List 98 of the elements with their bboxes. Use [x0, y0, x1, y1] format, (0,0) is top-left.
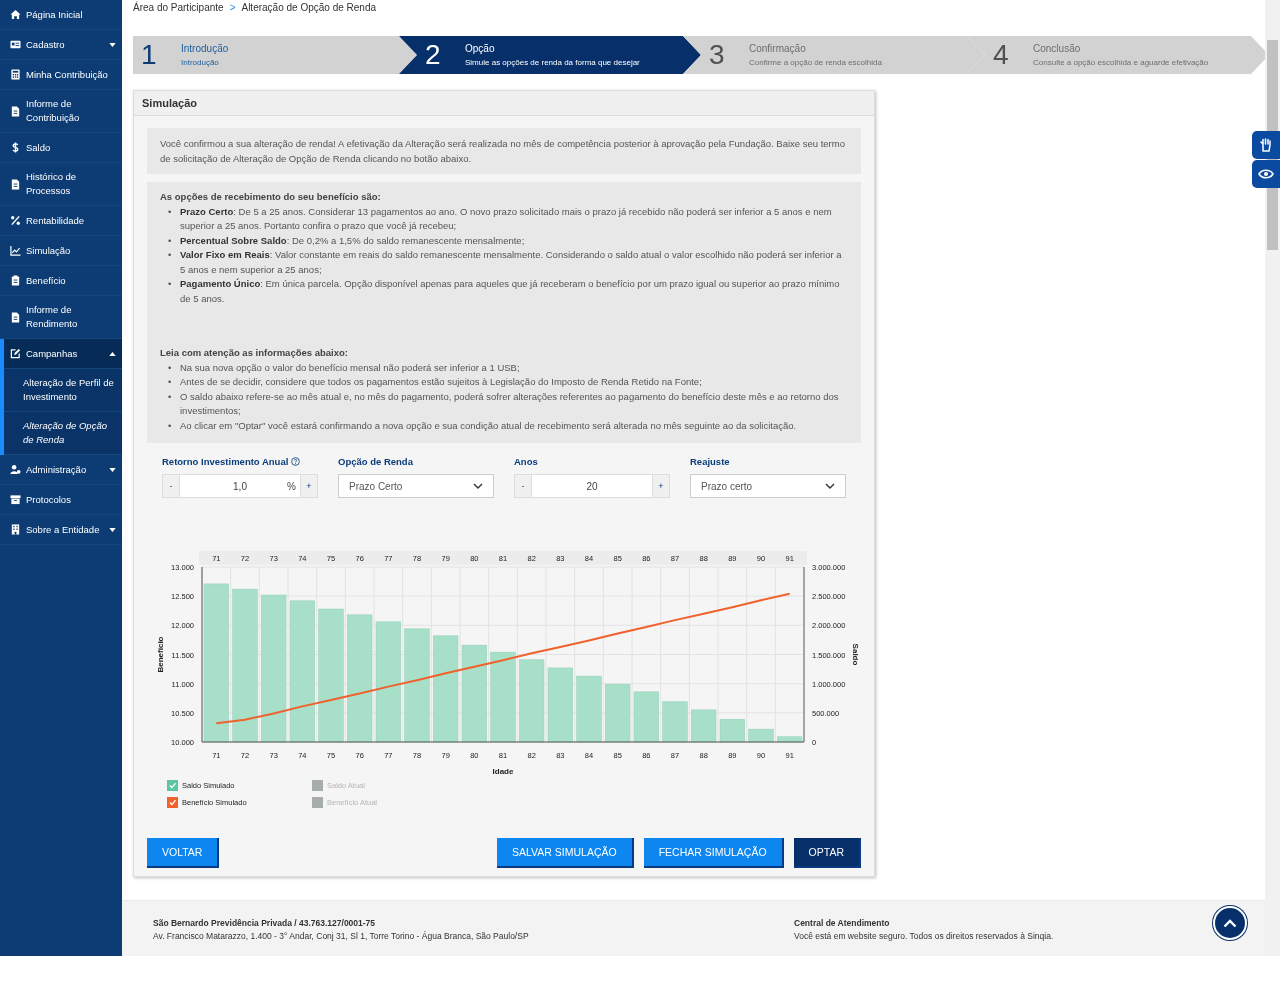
- footer-text: Av. Francisco Matarazzo, 1.400 - 3° Andar, Conj 31, Sl 1, Torre Torino - Água Branca, São Paulo/SP: [153, 931, 530, 941]
- card-icon: [10, 39, 21, 50]
- step-number: 2: [425, 39, 439, 71]
- submenu-item[interactable]: Alteração de Perfil de Investimento: [4, 369, 122, 412]
- action-button[interactable]: FECHAR SIMULAÇÃO: [643, 838, 784, 868]
- info-item: Prazo Certo: De 5 a 25 anos. Considerar 13 pagamentos ao ano. O novo prazo solicitado mais o prazo já recebido não poderá ser inferior a 5 anos e nem superior a 25 anos. Portanto confira o prazo que você já recebeu;: [180, 204, 833, 233]
- breadcrumb-separator: >: [229, 2, 236, 15]
- footer-title: São Bernardo Previdência Privada / 43.763.127/0001-75: [153, 918, 377, 928]
- bullet: •: [168, 418, 173, 433]
- document-icon: [10, 311, 21, 323]
- step-number: 1: [141, 39, 155, 71]
- hand-icon: [1259, 138, 1273, 152]
- action-button[interactable]: OPTAR: [793, 838, 861, 868]
- bullet: •: [168, 277, 173, 291]
- dropdown[interactable]: Prazo Certo: [338, 474, 494, 498]
- bar: [633, 691, 659, 743]
- step-number: 3: [709, 39, 723, 71]
- axis-title: Idade: [492, 767, 514, 776]
- chevron-down-icon: [473, 483, 483, 489]
- calculator-icon: [10, 69, 21, 80]
- legend-checkbox[interactable]: [167, 780, 178, 791]
- field-label: Retorno Investimento Anual: [162, 455, 289, 467]
- submenu-item[interactable]: Alteração de Opção de Renda: [4, 412, 122, 455]
- chevron-up-icon: [1223, 918, 1237, 928]
- legend-checkbox[interactable]: [167, 797, 178, 808]
- step-title: Conclusão: [1033, 43, 1082, 54]
- dollar-icon: [10, 142, 21, 153]
- bullet: •: [168, 233, 173, 248]
- step-subtitle: Introdução: [181, 58, 220, 67]
- help-icon[interactable]: [291, 456, 301, 466]
- footer-text: Você está em website seguro. Todos os direitos reservados à Sinqia.: [794, 931, 1054, 941]
- info-item: Pagamento Único: Em única parcela. Opção disponível apenas para aqueles que já receberam o benefício por um prazo igual ou superior ao prazo mínimo de 5 anos.: [180, 277, 841, 306]
- increment-button[interactable]: +: [300, 474, 318, 498]
- info-item: Percentual Sobre Saldo: De 0,2% a 1,5% do saldo remanescente mensalmente;: [180, 233, 525, 248]
- field-label: Anos: [514, 455, 538, 467]
- eye-icon: [1258, 169, 1274, 179]
- edit-icon: [10, 348, 21, 359]
- info-item: O saldo abaixo refere-se ao mês atual e, no mês do pagamento, poderá sofrer alterações referentes ao pagamento do benefício deste mês e ao retorno dos investimentos;: [180, 389, 840, 418]
- step-title: Confirmação: [749, 43, 807, 54]
- number-field[interactable]: 1,0 %: [180, 474, 300, 498]
- visibility-button[interactable]: [1252, 160, 1280, 188]
- clipboard-icon: [10, 275, 21, 286]
- decrement-button[interactable]: -: [162, 474, 180, 498]
- chart-icon: [10, 245, 21, 256]
- dropdown[interactable]: Prazo certo: [690, 474, 846, 498]
- breadcrumb-item[interactable]: Área do Participante: [133, 2, 224, 36]
- bar: [576, 675, 602, 743]
- notice-message: Você confirmou a sua alteração de renda! A efetivação da Alteração será realizada no mês de competência posterior à aprovação pela Fundação. Baixe seu termo de solicitação de Alteração de Opção de Renda clicando no botão abaixo.: [147, 128, 861, 174]
- step-subtitle: Simule as opções de renda da forma que desejar: [465, 58, 640, 67]
- bullet: •: [168, 248, 173, 262]
- document-icon: [10, 178, 21, 190]
- footer-title: Central de Atendimento: [794, 918, 891, 928]
- step-subtitle: Confirme a opção de renda escolhida: [749, 58, 882, 67]
- caret-icon: [109, 527, 116, 532]
- bar: [719, 719, 745, 743]
- axis-title: Benefício: [156, 636, 165, 673]
- action-button[interactable]: VOLTAR: [147, 838, 220, 868]
- step-title: Opção: [465, 43, 496, 54]
- bar: [777, 736, 803, 743]
- number-field[interactable]: 20: [532, 474, 652, 498]
- percent-icon: [10, 215, 21, 226]
- info-item: Valor Fixo em Reais: Valor constante em reais do saldo remanescente mensalmente. Considerando o saldo atual o valor escolhido não poderá ser inferior a 5 anos e nem superior a 25 anos;: [180, 248, 843, 277]
- info-heading: Leia com atenção as informações abaixo:: [160, 347, 348, 358]
- field-label: Reajuste: [690, 455, 730, 467]
- document-icon: [10, 105, 21, 117]
- bar: [662, 701, 688, 743]
- action-button[interactable]: SALVAR SIMULAÇÃO: [497, 838, 634, 868]
- field-label: Opção de Renda: [338, 455, 413, 467]
- user-icon: [10, 464, 21, 475]
- decrement-button[interactable]: -: [514, 474, 532, 498]
- bullet: •: [168, 375, 173, 389]
- bullet: •: [168, 360, 173, 375]
- info-item: Na sua nova opção o valor do benefício mensal não poderá ser inferior a 1 USB;: [180, 360, 520, 375]
- bullet: •: [168, 389, 173, 404]
- bar: [691, 709, 717, 743]
- increment-button[interactable]: +: [652, 474, 670, 498]
- bullet: •: [168, 204, 173, 219]
- sign-language-button[interactable]: [1252, 131, 1280, 159]
- caret-icon: [109, 42, 116, 47]
- info-item: Ao clicar em "Optar" você estará confirmando a nova opção e sua condição atual de recebimento será alterada no mês seguinte ao da solicitação.: [180, 418, 797, 433]
- archive-icon: [10, 494, 21, 505]
- breadcrumb-item: Alteração de Opção de Renda: [241, 2, 376, 15]
- step-title: Introdução: [181, 43, 229, 54]
- home-icon: [10, 9, 21, 20]
- panel-title: Simulação: [134, 91, 874, 116]
- caret-icon: [109, 351, 116, 356]
- info-item: Antes de se decidir, considere que todos os pagamentos estão sujeitos à Legislação do Imposto de Renda Retido na Fonte;: [180, 375, 702, 389]
- step-number: 4: [993, 39, 1007, 71]
- chevron-down-icon: [825, 483, 835, 489]
- bar: [605, 684, 631, 743]
- sidebar-item[interactable]: Campanhas: [4, 339, 122, 369]
- building-icon: [10, 524, 21, 535]
- caret-icon: [109, 467, 116, 472]
- axis-title: Saldo: [851, 643, 860, 666]
- step-subtitle: Consulte a opção escolhida e aguarde efetivação: [1033, 58, 1209, 67]
- legend-checkbox[interactable]: [312, 797, 323, 808]
- legend-checkbox[interactable]: [312, 780, 323, 791]
- info-heading: As opções de recebimento do seu benefício são:: [160, 191, 381, 202]
